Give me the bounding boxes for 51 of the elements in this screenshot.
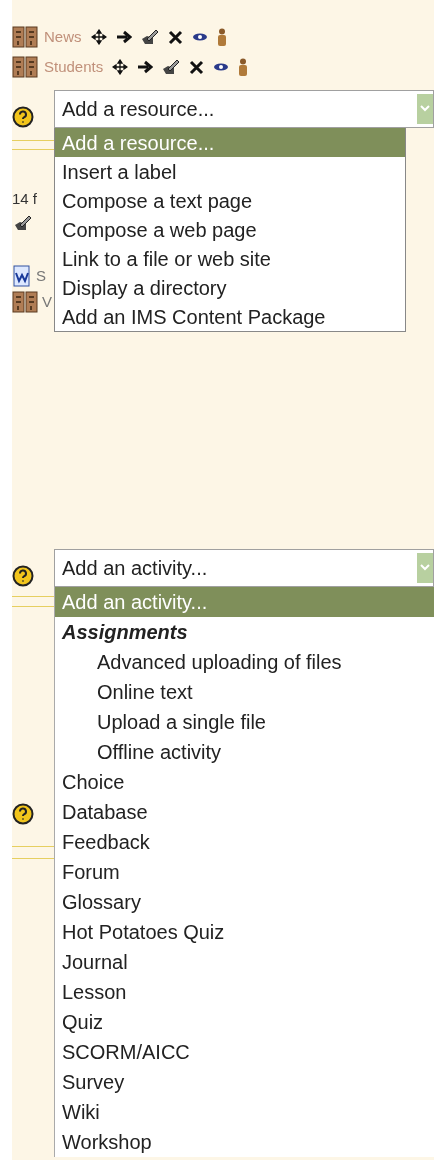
help-icon[interactable] bbox=[12, 106, 34, 128]
dropdown-option[interactable]: Offline activity bbox=[55, 737, 434, 767]
dropdown-option[interactable]: Upload a single file bbox=[55, 707, 434, 737]
move-icon[interactable] bbox=[90, 29, 107, 45]
dropdown-option[interactable]: Choice bbox=[55, 767, 434, 797]
person-icon[interactable] bbox=[238, 58, 249, 76]
arrow-right-icon[interactable] bbox=[115, 30, 132, 44]
dropdown-option[interactable]: Compose a text page bbox=[55, 186, 405, 215]
eye-icon[interactable] bbox=[191, 31, 208, 43]
eye-icon[interactable] bbox=[213, 61, 230, 73]
dropdown-option[interactable]: Insert a label bbox=[55, 157, 405, 186]
dropdown-option[interactable]: Add a resource... bbox=[55, 128, 405, 157]
document-icon bbox=[12, 264, 32, 287]
dropdown-option[interactable]: Lesson bbox=[55, 977, 434, 1007]
dropdown-option[interactable]: Wiki bbox=[55, 1097, 434, 1127]
dropdown-option[interactable]: Link to a file or web site bbox=[55, 244, 405, 273]
dropdown-option[interactable]: Forum bbox=[55, 857, 434, 887]
select-field[interactable]: Add an activity... bbox=[54, 549, 434, 587]
dropdown-option[interactable]: Survey bbox=[55, 1067, 434, 1097]
resource-link[interactable]: S bbox=[36, 264, 46, 287]
edit-icon[interactable] bbox=[14, 214, 32, 231]
person-icon[interactable] bbox=[216, 28, 227, 46]
edit-icon[interactable] bbox=[162, 59, 181, 75]
delete-icon[interactable] bbox=[167, 29, 183, 45]
date-text: 14 f bbox=[12, 189, 38, 209]
resource-link[interactable]: V bbox=[42, 291, 52, 314]
book-icon bbox=[12, 26, 38, 48]
dropdown-option[interactable]: Database bbox=[55, 797, 434, 827]
dropdown-option[interactable]: Feedback bbox=[55, 827, 434, 857]
book-icon bbox=[12, 56, 38, 78]
dropdown-option[interactable]: Quiz bbox=[55, 1007, 434, 1037]
option-group-label: Assignments bbox=[61, 620, 189, 645]
dropdown-option[interactable]: Display a directory bbox=[55, 273, 405, 302]
dropdown-option[interactable]: Advanced uploading of files bbox=[55, 647, 434, 677]
edit-icon[interactable] bbox=[140, 29, 159, 45]
move-icon[interactable] bbox=[112, 59, 129, 75]
dropdown-option[interactable]: Hot Potatoes Quiz bbox=[55, 917, 434, 947]
dropdown-option[interactable]: Workshop bbox=[55, 1127, 434, 1157]
delete-icon[interactable] bbox=[189, 59, 205, 75]
dropdown-option[interactable]: Add an IMS Content Package bbox=[55, 302, 405, 331]
help-icon[interactable] bbox=[12, 803, 34, 825]
select-field[interactable]: Add a resource... bbox=[54, 90, 434, 128]
help-icon[interactable] bbox=[12, 565, 34, 587]
book-icon bbox=[12, 291, 38, 314]
dropdown-option[interactable]: Glossary bbox=[55, 887, 434, 917]
dropdown-option[interactable]: Online text bbox=[55, 677, 434, 707]
dropdown-option[interactable]: Compose a web page bbox=[55, 215, 405, 244]
arrow-right-icon[interactable] bbox=[137, 60, 154, 74]
dropdown-option[interactable]: SCORM/AICC bbox=[55, 1037, 434, 1067]
dropdown-option[interactable]: Journal bbox=[55, 947, 434, 977]
dropdown-option[interactable]: Add an activity... bbox=[55, 587, 434, 617]
